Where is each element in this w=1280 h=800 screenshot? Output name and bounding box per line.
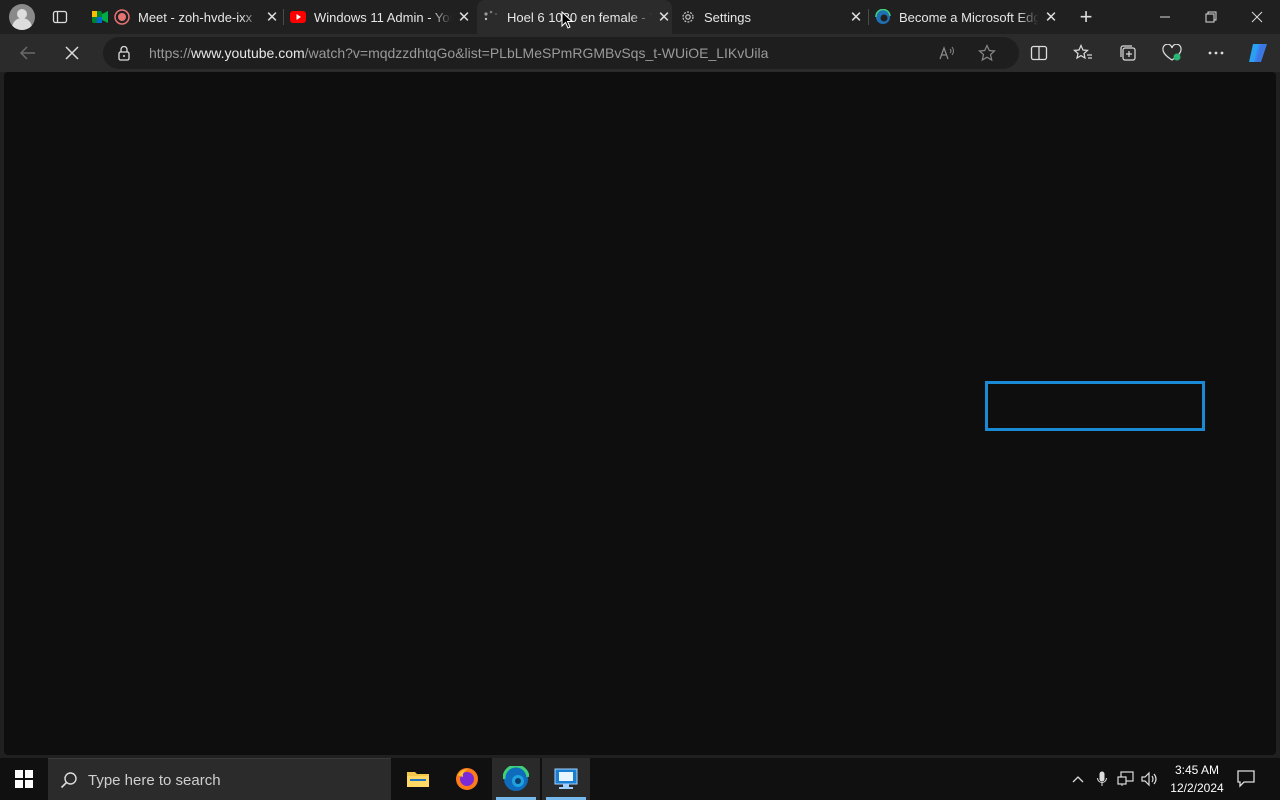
back-arrow-icon[interactable] bbox=[18, 43, 38, 63]
notification-center-icon[interactable] bbox=[1236, 768, 1256, 793]
tab-title: Windows 11 Admin - You bbox=[314, 9, 452, 25]
search-placeholder: Type here to search bbox=[88, 772, 221, 789]
network-icon[interactable] bbox=[1116, 769, 1136, 789]
url-text[interactable]: https://www.youtube.com/watch?v=mqdzzdht… bbox=[149, 45, 768, 61]
file-explorer-icon[interactable] bbox=[394, 758, 442, 800]
browser-toolbar: https://www.youtube.com/watch?v=mqdzzdht… bbox=[0, 34, 1280, 72]
url-path: /watch?v=mqdzzdhtqGo&list=PLbLMeSPmRGMBv… bbox=[304, 45, 769, 61]
gear-icon bbox=[680, 9, 696, 25]
stop-loading-icon[interactable] bbox=[62, 43, 82, 63]
clock-date: 12/2/2024 bbox=[1170, 781, 1224, 795]
tab-close-icon[interactable]: ✕ bbox=[1043, 9, 1059, 26]
tab-title: Hoel 6 1080 en female - Y bbox=[507, 9, 652, 25]
microphone-icon[interactable] bbox=[1092, 769, 1112, 789]
tab-become-edge[interactable]: Become a Microsoft Edge ✕ bbox=[875, 0, 1059, 34]
firefox-icon[interactable] bbox=[443, 758, 491, 800]
url-scheme: https:// bbox=[149, 45, 192, 61]
edge-taskbar-icon[interactable] bbox=[492, 758, 540, 800]
tab-windows-11-admin[interactable]: Windows 11 Admin - You ✕ bbox=[290, 0, 472, 34]
tab-bar: Meet - zoh-hvde-ixx ✕ Windows 11 Admin -… bbox=[0, 0, 1280, 34]
tab-title: Meet - zoh-hvde-ixx bbox=[138, 9, 253, 25]
tab-title: Settings bbox=[704, 9, 751, 25]
new-tab-plus-icon[interactable]: + bbox=[1076, 4, 1096, 29]
tab-close-icon[interactable]: ✕ bbox=[848, 9, 864, 26]
focus-outline-box[interactable] bbox=[985, 381, 1205, 431]
youtube-icon bbox=[290, 9, 306, 25]
windows-start-icon[interactable] bbox=[0, 758, 48, 800]
restore-icon[interactable] bbox=[1188, 0, 1234, 34]
favorite-star-icon[interactable] bbox=[977, 43, 997, 63]
edge-icon bbox=[875, 9, 891, 25]
close-window-icon[interactable] bbox=[1234, 0, 1280, 34]
volume-icon[interactable] bbox=[1140, 769, 1160, 789]
tab-close-icon[interactable]: ✕ bbox=[656, 9, 672, 26]
windows-taskbar: Type here to search 3:45 AM 12/2/2024 bbox=[0, 758, 1280, 800]
tab-actions-icon[interactable] bbox=[50, 7, 70, 27]
more-options-icon[interactable] bbox=[1206, 43, 1226, 63]
favorites-icon[interactable] bbox=[1073, 43, 1093, 63]
taskbar-search-box[interactable]: Type here to search bbox=[48, 758, 391, 800]
copilot-icon[interactable] bbox=[1245, 41, 1271, 65]
tab-close-icon[interactable]: ✕ bbox=[264, 9, 280, 26]
clock-time: 3:45 AM bbox=[1174, 763, 1220, 777]
read-aloud-icon[interactable] bbox=[937, 43, 957, 63]
split-screen-icon[interactable] bbox=[1029, 43, 1049, 63]
tab-hoel-active[interactable]: Hoel 6 1080 en female - Y ✕ bbox=[477, 0, 672, 34]
recording-icon bbox=[114, 9, 130, 25]
browser-essentials-icon[interactable] bbox=[1162, 43, 1182, 63]
mouse-pointer-icon bbox=[561, 10, 574, 34]
meet-icon bbox=[92, 9, 108, 25]
tab-title: Become a Microsoft Edge bbox=[899, 9, 1039, 25]
tab-meet[interactable]: Meet - zoh-hvde-ixx ✕ bbox=[92, 0, 280, 34]
remote-desktop-icon[interactable] bbox=[542, 758, 590, 800]
tab-separator bbox=[283, 9, 284, 25]
tab-settings[interactable]: Settings ✕ bbox=[680, 0, 864, 34]
profile-avatar-icon[interactable] bbox=[9, 4, 35, 30]
collections-icon[interactable] bbox=[1118, 43, 1138, 63]
loading-icon bbox=[483, 9, 499, 25]
tab-separator bbox=[868, 9, 869, 25]
lock-icon[interactable] bbox=[117, 45, 131, 66]
url-host: www.youtube.com bbox=[191, 45, 305, 61]
page-content-area[interactable] bbox=[4, 72, 1276, 755]
minimize-icon[interactable] bbox=[1142, 0, 1188, 34]
address-bar[interactable]: https://www.youtube.com/watch?v=mqdzzdht… bbox=[103, 37, 1019, 69]
tab-close-icon[interactable]: ✕ bbox=[456, 9, 472, 26]
system-clock[interactable]: 3:45 AM 12/2/2024 bbox=[1162, 761, 1232, 797]
show-hidden-icons-chevron-icon[interactable] bbox=[1068, 769, 1088, 789]
search-icon bbox=[60, 771, 78, 794]
